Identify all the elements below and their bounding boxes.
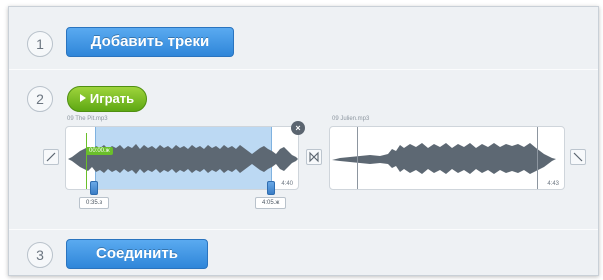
playback-cursor[interactable] — [86, 133, 87, 189]
track-2-end-marker[interactable] — [537, 127, 538, 189]
selection-end-handle[interactable] — [267, 181, 275, 195]
track-2-duration: 4:43 — [547, 181, 559, 187]
fade-in-icon — [46, 152, 56, 162]
fade-out-icon — [573, 152, 583, 162]
track-2-name: 09 Julien.mp3 — [332, 116, 370, 122]
play-icon — [79, 94, 86, 102]
track-2-wave — [332, 143, 556, 174]
add-tracks-button[interactable]: Добавить треки — [66, 27, 234, 57]
cursor-time-label: 00:00.ж — [86, 147, 113, 155]
play-button-label: Играть — [89, 91, 135, 106]
track-1-name: 09 The Pit.mp3 — [67, 116, 108, 122]
step-number-1: 1 — [27, 31, 53, 57]
fade-out-button[interactable] — [570, 149, 586, 165]
selection-end-time[interactable]: 4:05.ж — [255, 197, 287, 209]
join-button[interactable]: Соединить — [66, 239, 208, 269]
step-number-2: 2 — [27, 86, 53, 112]
track-1-duration: 4:40 — [281, 181, 293, 187]
selection-start-time[interactable]: 0:35.з — [79, 197, 110, 209]
track-2-waveform[interactable]: 4:43 — [329, 126, 565, 190]
crossfade-icon — [309, 151, 319, 163]
fade-in-button[interactable] — [43, 149, 59, 165]
crossfade-button[interactable] — [306, 149, 322, 165]
selection-start-handle[interactable] — [90, 181, 98, 195]
step-number-3: 3 — [27, 242, 53, 268]
audio-joiner-panel: 1 Добавить треки 2 Играть 09 The Pit.mp3… — [8, 6, 599, 276]
track-1-wave — [68, 144, 298, 174]
track-1-waveform[interactable]: 00:00.ж 4:40 — [65, 126, 299, 190]
divider — [9, 69, 598, 70]
close-icon[interactable]: × — [291, 121, 305, 135]
play-button[interactable]: Играть — [67, 86, 147, 112]
track-2-start-marker[interactable] — [357, 127, 358, 189]
divider — [9, 229, 598, 230]
